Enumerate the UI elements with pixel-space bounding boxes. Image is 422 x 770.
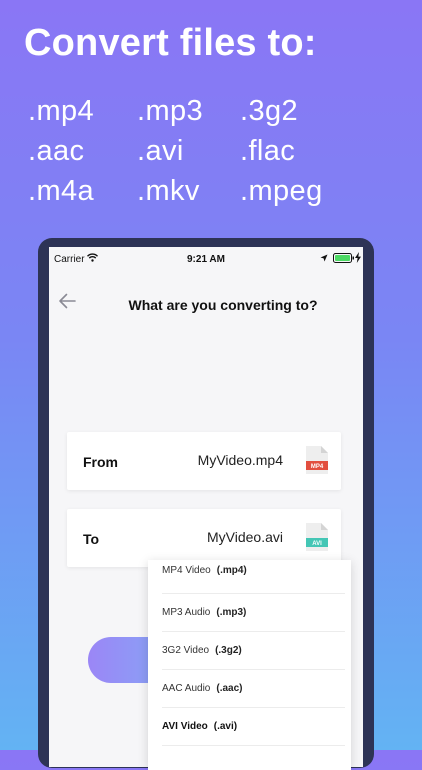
option-name: AVI Video (162, 721, 208, 732)
dropdown-option-mp4[interactable]: MP4 Video (.mp4) (162, 560, 345, 594)
option-ext: (.avi) (213, 721, 238, 732)
battery-icon (333, 253, 354, 263)
avi-badge-text: AVI (312, 541, 322, 547)
location-arrow-icon (320, 254, 328, 262)
app-screen: Carrier 9:21 AM What are you converting … (49, 247, 363, 770)
charging-bolt-icon (355, 252, 361, 263)
from-file-card[interactable]: From MyVideo.mp4 MP4 (67, 432, 341, 490)
avi-file-icon: AVI (306, 523, 328, 551)
to-filename: MyVideo.avi (206, 529, 283, 545)
dropdown-option-avi[interactable]: AVI Video (.avi) (162, 708, 345, 746)
mp4-badge-text: MP4 (311, 464, 324, 470)
page-title: What are you converting to? (128, 297, 318, 313)
format-item: .avi (137, 135, 184, 167)
option-ext: (.mp3) (216, 607, 247, 618)
format-item: .mpeg (240, 175, 323, 207)
option-name: MP3 Audio (162, 607, 211, 618)
format-item: .m4a (28, 175, 95, 207)
promo-headline: Convert files to: (24, 22, 317, 64)
dropdown-option-3g2[interactable]: 3G2 Video (.3g2) (162, 632, 345, 670)
option-name: AAC Audio (162, 683, 211, 694)
option-name: MP4 Video (162, 565, 211, 576)
to-label: To (83, 531, 100, 547)
dropdown-option-mp3[interactable]: MP3 Audio (.mp3) (162, 594, 345, 632)
status-time: 9:21 AM (187, 254, 225, 265)
format-item: .mp3 (137, 95, 204, 127)
format-list: .mp4 .mp3 .3g2 .aac .avi .flac .m4a .mkv… (28, 93, 408, 209)
from-filename: MyVideo.mp4 (197, 452, 283, 468)
format-item: .flac (240, 135, 296, 167)
status-bar: Carrier 9:21 AM (49, 247, 363, 269)
format-item: .mkv (137, 175, 200, 207)
option-ext: (.mp4) (216, 565, 247, 576)
option-ext: (.aac) (216, 683, 243, 694)
option-name: 3G2 Video (162, 645, 210, 656)
option-ext: (.3g2) (215, 645, 242, 656)
mp4-file-icon: MP4 (306, 446, 328, 474)
format-dropdown-menu: MP4 Video (.mp4) MP3 Audio (.mp3) 3G2 Vide… (148, 560, 351, 770)
format-item: .aac (28, 135, 85, 167)
dropdown-option-aac[interactable]: AAC Audio (.aac) (162, 670, 345, 708)
format-item: .3g2 (240, 95, 299, 127)
format-item: .mp4 (28, 95, 95, 127)
to-file-card[interactable]: To MyVideo.avi AVI (67, 509, 341, 567)
from-label: From (83, 454, 118, 470)
